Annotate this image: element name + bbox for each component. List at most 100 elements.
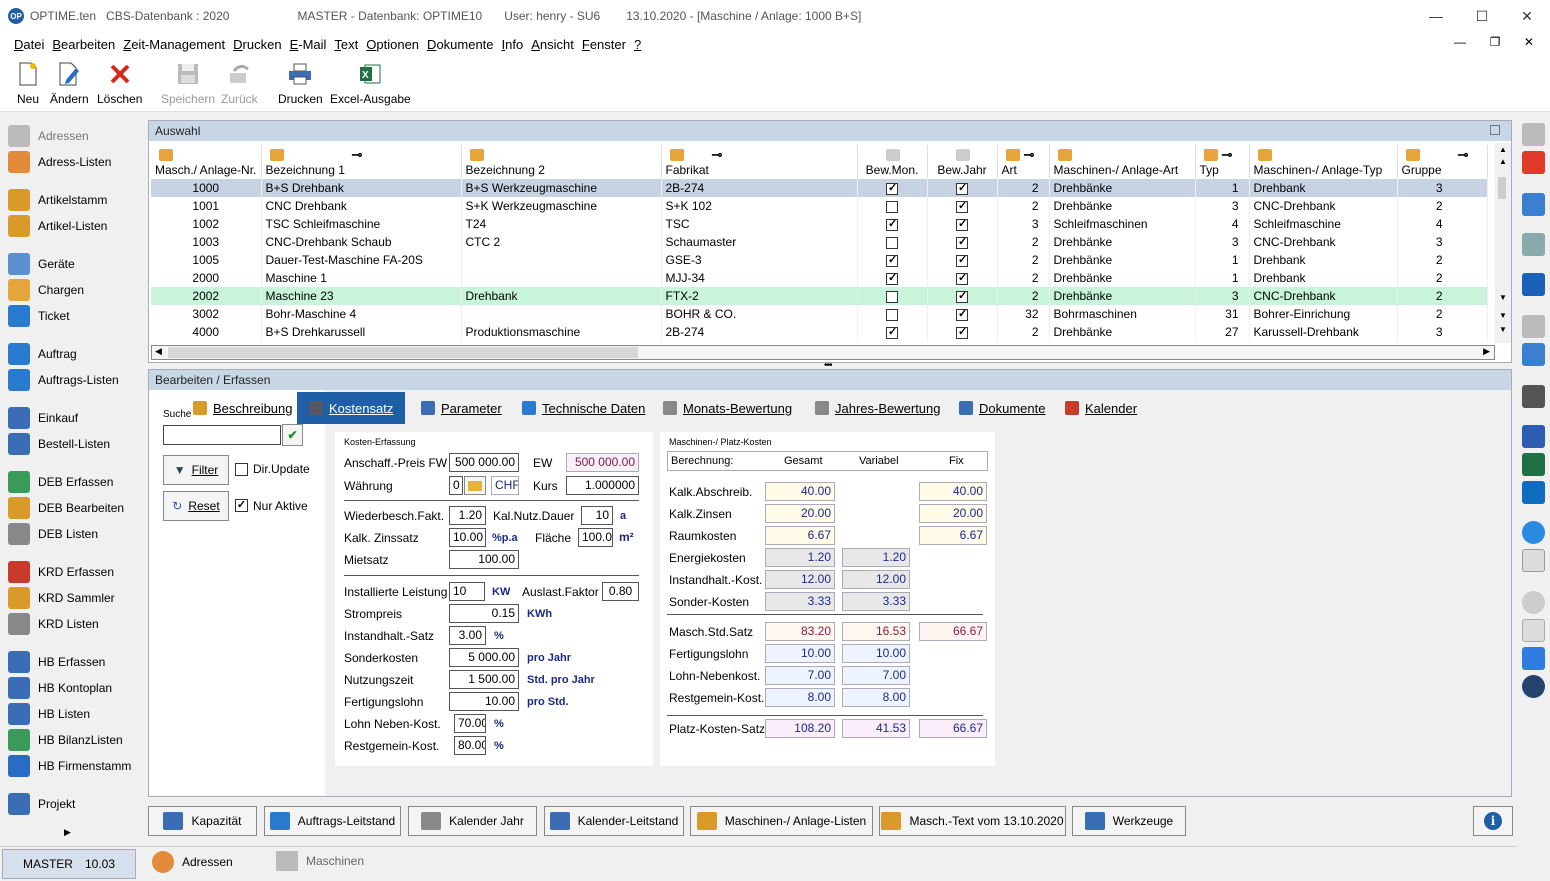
nutzungszeit-input[interactable]: 1 500.00 (449, 670, 519, 689)
zins-input[interactable]: 10.00 (449, 528, 486, 547)
scroll-up-icon[interactable]: ▲ (1499, 157, 1507, 166)
cell-bewmon[interactable] (857, 233, 928, 251)
delete-button[interactable]: Löschen (97, 62, 142, 106)
dir-update-checkbox[interactable] (235, 463, 248, 476)
sidebar-item-einkauf[interactable]: Einkauf (8, 407, 78, 429)
sidebar-item-krd-sammler[interactable]: KRD Sammler (8, 587, 115, 609)
user-admin-icon[interactable] (1522, 675, 1545, 698)
search-confirm-check-icon[interactable]: ✔ (282, 424, 303, 446)
bew-jahr-checkbox[interactable] (956, 217, 968, 231)
info-button[interactable]: i (1473, 806, 1513, 836)
settings-icon[interactable] (1522, 591, 1545, 614)
sidebar-item-projekt[interactable]: Projekt (8, 793, 75, 815)
cell-bewjahr[interactable] (927, 251, 998, 269)
sidebar-item-hb-listen[interactable]: HB Listen (8, 703, 90, 725)
sidebar-item-hb-firmenstamm[interactable]: HB Firmenstamm (8, 755, 131, 777)
cell-bewjahr[interactable] (927, 197, 998, 215)
cell-bewmon[interactable] (857, 305, 928, 323)
sidebar-item-auftrags-listen[interactable]: Auftrags-Listen (8, 369, 119, 391)
window-tab-adressen[interactable]: Adressen (152, 851, 233, 873)
scroll-bottom-icon[interactable]: ▼ (1499, 325, 1507, 334)
tab-beschreibung[interactable]: Beschreibung (191, 392, 295, 424)
column-header-bez1[interactable]: ⊸ Bezeichnung 1 (261, 145, 462, 179)
bew-mon-checkbox[interactable] (886, 253, 898, 267)
maximize-icon[interactable]: ☐ (1459, 0, 1505, 32)
scroll-pagedown-icon[interactable]: ▼ (1499, 311, 1507, 320)
shield-icon[interactable] (1522, 647, 1545, 670)
wbf-input[interactable]: 1.20 (449, 506, 486, 525)
maschinen-anlage-listen-button[interactable]: Maschinen-/ Anlage-Listen (690, 806, 873, 836)
save-button[interactable]: Speichern (161, 62, 215, 106)
cell-bewjahr[interactable] (927, 233, 998, 251)
cell-bewmon[interactable] (857, 215, 928, 233)
calendar-icon[interactable] (1522, 343, 1545, 366)
leistung-input[interactable]: 10 (449, 582, 485, 601)
tab-technische-daten[interactable]: Technische Daten (520, 392, 647, 424)
sidebar-item-deb-listen[interactable]: DEB Listen (8, 523, 98, 545)
bew-mon-checkbox[interactable] (886, 217, 898, 231)
lohn-neben-input[interactable]: 70.00 (454, 714, 486, 733)
sidebar-item-krd-erfassen[interactable]: KRD Erfassen (8, 561, 114, 583)
outlook-icon[interactable] (1522, 481, 1545, 504)
close-icon[interactable]: ✕ (1504, 0, 1550, 32)
window-tab-maschinen[interactable]: Maschinen (276, 851, 364, 871)
search-input[interactable] (163, 425, 281, 445)
sidebar-item-adressen[interactable]: Adressen (8, 125, 89, 147)
scroll-thumb[interactable] (1498, 177, 1506, 199)
cell-bewjahr[interactable] (927, 215, 998, 233)
table-row[interactable]: 1003CNC-Drehbank SchaubCTC 2Schaumaster 2… (151, 233, 1488, 251)
nutzdauer-input[interactable]: 10 (581, 506, 613, 525)
tab-jahres-bewertung[interactable]: Jahres-Bewertung (813, 392, 943, 424)
word-icon[interactable] (1522, 425, 1545, 448)
clock-icon[interactable] (1522, 315, 1545, 338)
print-button[interactable]: Drucken (278, 62, 323, 106)
tab-kostensatz[interactable]: Kostensatz (297, 392, 406, 424)
kurs-input[interactable]: 1.000000 (566, 476, 639, 495)
kalender-leitstand-button[interactable]: Kalender-Leitstand (544, 806, 684, 836)
undo-button[interactable]: Zurück (221, 62, 258, 106)
column-header-anlage-typ[interactable]: Maschinen-/ Anlage-Typ (1249, 145, 1398, 179)
column-header-art[interactable]: ⊸ Art (997, 145, 1050, 179)
mdi-minimize-icon[interactable]: — (1454, 35, 1466, 49)
sidebar-item-adress-listen[interactable]: Adress-Listen (8, 151, 111, 173)
bew-mon-checkbox[interactable] (886, 271, 898, 285)
tab-dokumente[interactable]: Dokumente (957, 392, 1047, 424)
cell-bewmon[interactable] (857, 197, 928, 215)
cell-bewmon[interactable] (857, 251, 928, 269)
exit-icon[interactable] (1522, 151, 1545, 174)
mail-icon[interactable] (1522, 549, 1545, 572)
scroll-top-icon[interactable]: ▲ (1499, 145, 1507, 154)
bew-mon-checkbox[interactable] (886, 325, 898, 339)
table-row[interactable]: 1002TSC SchleifmaschineT24TSC3Schleifmas… (151, 215, 1488, 233)
cell-bewmon[interactable] (857, 179, 928, 197)
kalender-jahr-button[interactable]: Kalender Jahr (408, 806, 537, 836)
bew-mon-checkbox[interactable] (886, 236, 898, 249)
table-row[interactable]: 1005Dauer-Test-Maschine FA-20SGSE-32Dreh… (151, 251, 1488, 269)
column-header-anlage-art[interactable]: Maschinen-/ Anlage-Art (1049, 145, 1196, 179)
column-header-typ[interactable]: ⊸ Typ (1195, 145, 1250, 179)
menu-zeit-management[interactable]: Zeit-Management (123, 37, 225, 52)
sidebar-item-auftrag[interactable]: Auftrag (8, 343, 77, 365)
menu-e-mail[interactable]: E-Mail (290, 37, 327, 52)
browser-icon[interactable] (1522, 521, 1545, 544)
new-button[interactable]: Neu (16, 62, 40, 106)
waehrung-input[interactable]: 0 (449, 476, 463, 495)
tools-icon[interactable] (1522, 123, 1545, 146)
anschaff-input[interactable]: 500 000.00 (449, 453, 519, 472)
cell-bewjahr[interactable] (927, 287, 998, 305)
cell-bewmon[interactable] (857, 323, 928, 341)
menu-info[interactable]: Info (502, 37, 524, 52)
mdi-restore-icon[interactable]: ❐ (1490, 35, 1501, 49)
calculator-icon[interactable] (1522, 193, 1545, 216)
excel-export-button[interactable]: X Excel-Ausgabe (330, 62, 411, 106)
sidebar-item-ger-te[interactable]: Geräte (8, 253, 75, 275)
building-icon[interactable] (1522, 233, 1545, 256)
bew-mon-checkbox[interactable] (886, 290, 898, 303)
horizontal-scrollbar[interactable]: ◀ ▶ (151, 345, 1495, 360)
vertical-scrollbar[interactable]: ▲ ▲ ▼ ▼ ▼ (1495, 143, 1511, 343)
nur-aktive-checkbox[interactable]: ✓ (235, 499, 248, 512)
panel-maximize-icon[interactable] (1490, 125, 1500, 135)
cell-bewjahr[interactable] (927, 179, 998, 197)
tab-parameter[interactable]: Parameter (419, 392, 504, 424)
copy-icon[interactable] (1522, 619, 1545, 642)
